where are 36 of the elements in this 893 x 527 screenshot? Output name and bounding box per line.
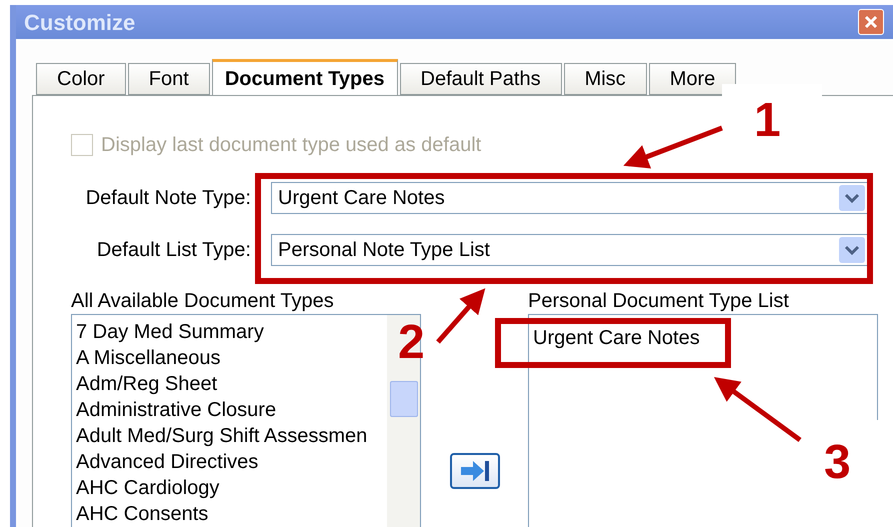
field-label: Default List Type: [96, 238, 251, 263]
add-button[interactable] [450, 453, 500, 489]
callout-number: 2 [398, 318, 425, 368]
list-item[interactable]: AHC Consents [76, 501, 387, 527]
tab[interactable]: Document Types [212, 59, 398, 95]
close-button[interactable] [858, 9, 884, 35]
list-item[interactable]: Urgent Care Notes [533, 325, 877, 351]
list-item[interactable]: 7 Day Med Summary [76, 319, 387, 345]
list-heading: Personal Document Type List [528, 289, 790, 314]
list-item[interactable]: Administrative Closure [76, 397, 387, 423]
list-item[interactable]: Adm/Reg Sheet [76, 371, 387, 397]
field-label: Default Note Type: [84, 186, 251, 211]
checkbox-label: Display last document type used as default [101, 133, 482, 158]
arrow [436, 288, 486, 344]
dropdown[interactable]: Personal Note Type List [271, 234, 868, 266]
tab[interactable]: Font [128, 63, 210, 95]
tab[interactable]: More [648, 63, 736, 95]
dropdown[interactable]: Urgent Care Notes [271, 182, 868, 214]
list-item[interactable]: A Miscellaneous [76, 345, 387, 371]
callout-number: 1 [754, 96, 781, 146]
window-title: Customize [24, 8, 136, 36]
dropdown-value: Urgent Care Notes [278, 186, 445, 211]
chevron-down-icon [839, 237, 865, 263]
list-heading: All Available Document Types [71, 289, 335, 314]
list-item[interactable]: Advanced Directives [76, 449, 387, 475]
tab[interactable]: Default Paths [400, 63, 562, 95]
callout-number: 3 [824, 438, 851, 488]
list-item[interactable]: AHC Cardiology [76, 475, 387, 501]
close-icon [864, 15, 878, 29]
scrollbar-thumb[interactable] [390, 381, 418, 417]
list-item[interactable]: Adult Med/Surg Shift Assessmen [76, 423, 387, 449]
tab[interactable]: Color [36, 63, 126, 95]
dropdown-value: Personal Note Type List [278, 238, 490, 263]
arrow-to-bar-icon [458, 460, 490, 482]
chevron-down-icon [839, 185, 865, 211]
tab[interactable]: Misc [564, 63, 647, 95]
